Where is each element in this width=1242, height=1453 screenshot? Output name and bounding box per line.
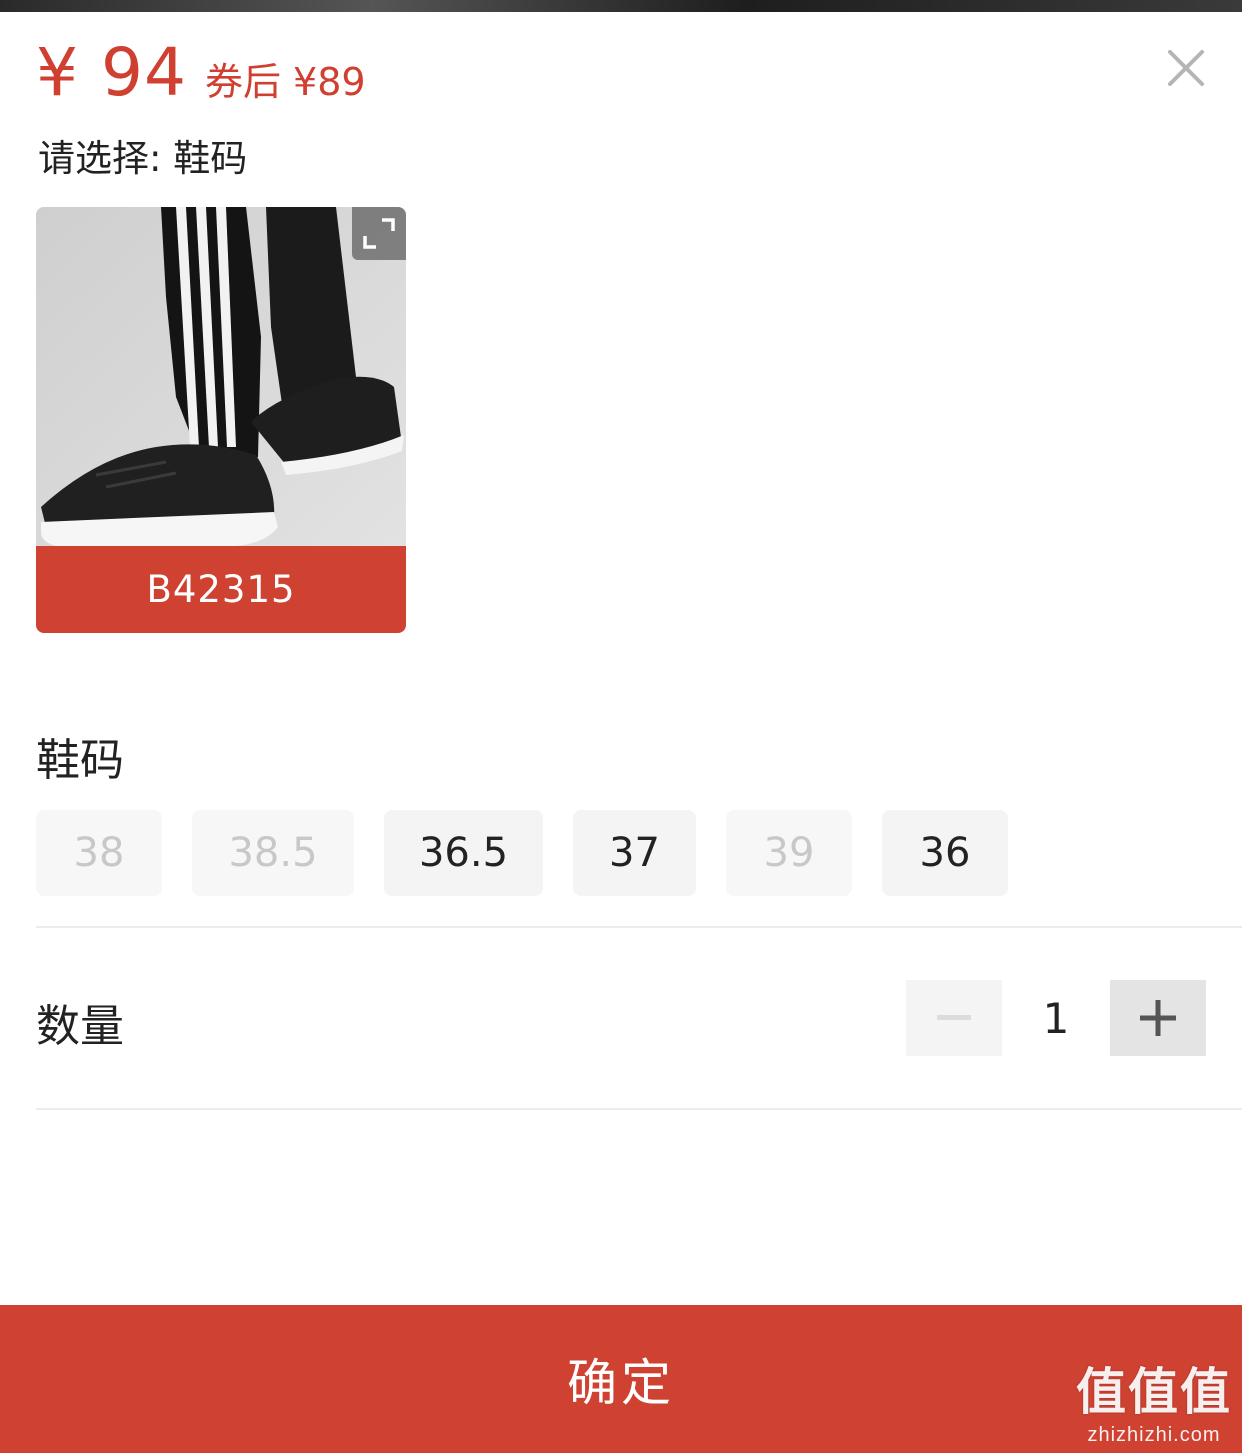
watermark-url: zhizhizhi.com [1087, 1424, 1221, 1446]
size-option-36[interactable]: 36 [882, 810, 1008, 896]
quantity-value[interactable]: 1 [1005, 980, 1107, 1056]
quantity-increase-button[interactable] [1110, 980, 1206, 1056]
divider [36, 926, 1242, 928]
plus-icon [1140, 1000, 1176, 1036]
price-row: ¥ 94 券后 ¥89 [36, 34, 366, 111]
close-icon [1168, 50, 1204, 86]
minus-icon [937, 1015, 971, 1020]
selection-hint: 请选择: 鞋码 [38, 137, 248, 180]
sku-selector-sheet: ¥ 94 券后 ¥89 请选择: 鞋码 B42315 鞋码 38 38.5 36… [0, 12, 1242, 1453]
confirm-button[interactable]: 确定 [0, 1305, 1242, 1453]
size-option-37[interactable]: 37 [573, 810, 696, 896]
background-image-strip [0, 0, 1242, 12]
size-option-38[interactable]: 38 [36, 810, 162, 896]
quantity-decrease-button[interactable] [906, 980, 1002, 1056]
sku-product-image [36, 207, 406, 546]
close-button[interactable] [1166, 48, 1206, 88]
size-option-39[interactable]: 39 [726, 810, 852, 896]
size-section-title: 鞋码 [36, 735, 124, 786]
watermark-logo: 值值值 [1076, 1363, 1232, 1421]
watermark: 值值值 zhizhizhi.com [1076, 1352, 1232, 1447]
coupon-price: 券后 ¥89 [204, 60, 366, 104]
expand-image-button[interactable] [352, 207, 406, 260]
expand-icon [363, 218, 395, 249]
divider [36, 1108, 1242, 1110]
sku-option-card[interactable]: B42315 [36, 207, 406, 633]
quantity-title: 数量 [36, 1001, 124, 1052]
size-option-38-5[interactable]: 38.5 [192, 810, 354, 896]
price: ¥ 94 [36, 34, 187, 111]
size-option-36-5[interactable]: 36.5 [384, 810, 543, 896]
sku-code-label: B42315 [36, 546, 406, 633]
